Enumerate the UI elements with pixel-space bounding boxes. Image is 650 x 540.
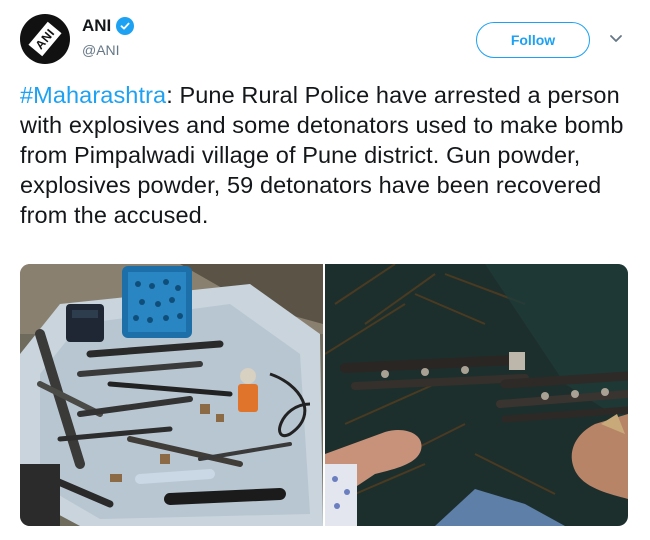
tweet-card: ANI ANI @ANI Follow #Maharashtra: Pune R… bbox=[0, 0, 650, 540]
display-name[interactable]: ANI bbox=[82, 16, 111, 36]
verified-badge-icon bbox=[116, 17, 135, 35]
avatar-logo-text: ANI bbox=[28, 21, 62, 57]
hashtag-link[interactable]: #Maharashtra bbox=[20, 82, 166, 108]
tweet-media[interactable] bbox=[20, 264, 628, 526]
avatar[interactable]: ANI bbox=[20, 14, 70, 64]
chevron-down-icon[interactable] bbox=[608, 30, 624, 46]
tweet-text: #Maharashtra: Pune Rural Police have arr… bbox=[20, 80, 632, 230]
media-photo-right[interactable] bbox=[325, 264, 628, 526]
media-photo-left[interactable] bbox=[20, 264, 323, 526]
author-name-row[interactable]: ANI bbox=[82, 16, 135, 36]
follow-button[interactable]: Follow bbox=[476, 22, 590, 58]
user-handle[interactable]: @ANI bbox=[82, 42, 120, 58]
